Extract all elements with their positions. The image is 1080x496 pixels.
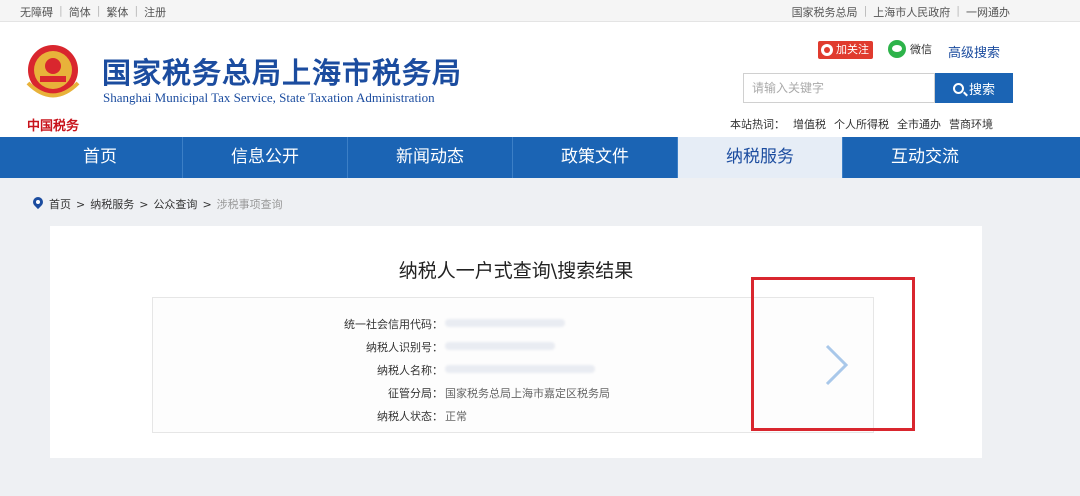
nav-item-info-disclosure[interactable]: 信息公开 bbox=[182, 137, 347, 178]
field-value-redacted bbox=[443, 362, 595, 378]
search-input[interactable]: 请输入关键字 bbox=[743, 73, 935, 103]
breadcrumb-separator: > bbox=[139, 197, 149, 211]
emblem-caption: 中国税务 bbox=[27, 118, 80, 134]
simplified-chinese-link[interactable]: 简体 bbox=[69, 4, 91, 20]
separator: | bbox=[134, 4, 139, 17]
one-stop-link[interactable]: 一网通办 bbox=[966, 4, 1010, 20]
separator: | bbox=[96, 4, 101, 17]
register-link[interactable]: 注册 bbox=[144, 4, 166, 20]
field-credit-code: 统一社会信用代码： bbox=[153, 316, 693, 332]
advanced-search-link[interactable]: 高级搜索 bbox=[948, 42, 1000, 61]
search-button[interactable]: 搜索 bbox=[935, 73, 1013, 103]
accessibility-link[interactable]: 无障碍 bbox=[20, 4, 53, 20]
hotword-link[interactable]: 营商环境 bbox=[949, 116, 993, 132]
field-label: 纳税人名称： bbox=[377, 364, 443, 377]
main-nav: 首页 信息公开 新闻动态 政策文件 纳税服务 互动交流 bbox=[0, 137, 1080, 178]
tax-emblem-logo: 中国税务 bbox=[26, 45, 80, 134]
topbar-right-links: 国家税务总局 | 上海市人民政府 | 一网通办 bbox=[792, 4, 1010, 20]
wechat-label: 微信 bbox=[910, 43, 932, 56]
highlight-box bbox=[751, 277, 915, 431]
field-taxpayer-id: 纳税人识别号： bbox=[153, 339, 693, 355]
field-taxpayer-name: 纳税人名称： bbox=[153, 362, 693, 378]
search-icon bbox=[952, 82, 964, 94]
field-label: 征管分局： bbox=[388, 387, 443, 400]
field-label: 纳税人识别号： bbox=[366, 341, 443, 354]
hotword-link[interactable]: 增值税 bbox=[793, 116, 826, 132]
hotwords-label: 本站热词： bbox=[730, 118, 785, 131]
breadcrumb-current: 涉税事项查询 bbox=[216, 198, 283, 211]
field-label: 统一社会信用代码： bbox=[344, 318, 443, 331]
nav-item-interaction[interactable]: 互动交流 bbox=[842, 137, 1007, 178]
breadcrumb-separator: > bbox=[202, 197, 212, 211]
field-label: 纳税人状态： bbox=[377, 410, 443, 423]
field-status: 纳税人状态： 正常 bbox=[153, 408, 693, 424]
topbar-left-links: 无障碍 | 简体 | 繁体 | 注册 bbox=[20, 4, 166, 20]
field-value-redacted bbox=[443, 339, 555, 355]
separator: | bbox=[59, 4, 63, 17]
hotwords-bar: 本站热词： 增值税 个人所得税 全市通办 营商环境 bbox=[730, 116, 993, 132]
hotword-link[interactable]: 个人所得税 bbox=[834, 116, 889, 132]
separator: | bbox=[863, 4, 868, 17]
breadcrumb: 首页 > 纳税服务 > 公众查询 > 涉税事项查询 bbox=[32, 196, 283, 212]
traditional-chinese-link[interactable]: 繁体 bbox=[106, 4, 128, 20]
breadcrumb-home[interactable]: 首页 bbox=[49, 196, 71, 212]
shanghai-gov-link[interactable]: 上海市人民政府 bbox=[873, 4, 950, 20]
search-button-label: 搜索 bbox=[968, 82, 995, 98]
site-subtitle: Shanghai Municipal Tax Service, State Ta… bbox=[103, 90, 435, 105]
weibo-icon bbox=[821, 44, 833, 56]
follow-label: 加关注 bbox=[836, 43, 869, 56]
separator: | bbox=[956, 4, 960, 17]
breadcrumb-tax-service[interactable]: 纳税服务 bbox=[90, 196, 134, 212]
breadcrumb-separator: > bbox=[76, 197, 86, 211]
location-pin-icon bbox=[32, 197, 44, 211]
weibo-follow-button[interactable]: 加关注 bbox=[818, 41, 873, 59]
wechat-icon bbox=[888, 40, 906, 58]
sta-link[interactable]: 国家税务总局 bbox=[792, 4, 858, 20]
nav-item-home[interactable]: 首页 bbox=[18, 137, 182, 178]
nav-item-policy[interactable]: 政策文件 bbox=[512, 137, 677, 178]
wechat-button[interactable]: 微信 bbox=[888, 40, 932, 58]
field-value: 正常 bbox=[445, 410, 467, 423]
breadcrumb-public-query[interactable]: 公众查询 bbox=[153, 196, 197, 212]
field-value: 国家税务总局上海市嘉定区税务局 bbox=[445, 387, 610, 400]
field-value-redacted bbox=[443, 316, 565, 332]
site-header: 中国税务 国家税务总局上海市税务局 Shanghai Municipal Tax… bbox=[0, 22, 1080, 137]
top-utility-bar: 无障碍 | 简体 | 繁体 | 注册 国家税务总局 | 上海市人民政府 | 一网… bbox=[0, 0, 1080, 22]
nav-item-tax-service[interactable]: 纳税服务 bbox=[677, 137, 842, 178]
field-branch: 征管分局： 国家税务总局上海市嘉定区税务局 bbox=[153, 385, 693, 401]
nav-item-news[interactable]: 新闻动态 bbox=[347, 137, 512, 178]
hotword-link[interactable]: 全市通办 bbox=[897, 116, 941, 132]
site-title: 国家税务总局上海市税务局 bbox=[102, 56, 463, 90]
